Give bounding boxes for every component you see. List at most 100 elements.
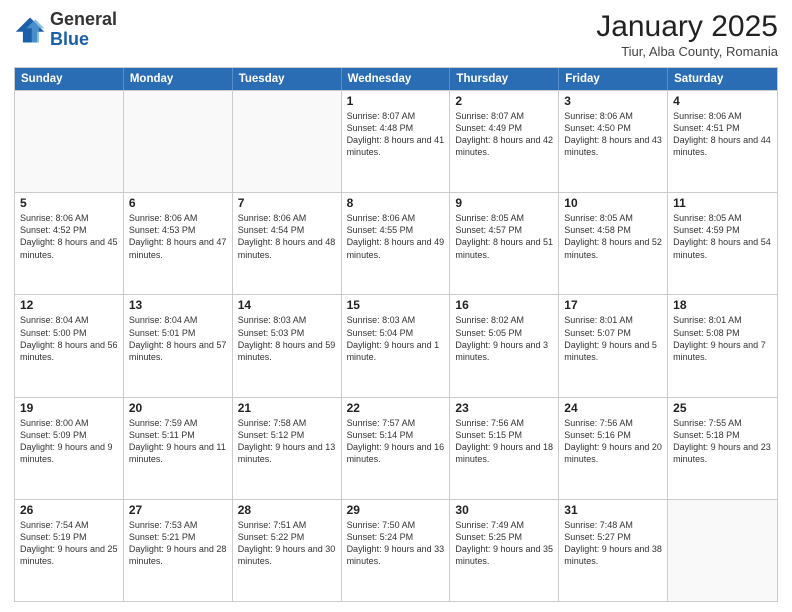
calendar-row-2: 12 Sunrise: 8:04 AM Sunset: 5:00 PM Dayli… — [15, 294, 777, 396]
day-number: 23 — [455, 401, 553, 415]
calendar-body: 1 Sunrise: 8:07 AM Sunset: 4:48 PM Daylig… — [15, 90, 777, 601]
cell-info: Sunrise: 8:04 AM Sunset: 5:00 PM Dayligh… — [20, 314, 118, 363]
cell-info: Sunrise: 8:07 AM Sunset: 4:48 PM Dayligh… — [347, 110, 445, 159]
calendar-cell: 10 Sunrise: 8:05 AM Sunset: 4:58 PM Dayli… — [559, 193, 668, 294]
day-number: 18 — [673, 298, 772, 312]
calendar-cell: 15Sunrise: 8:03 AM Sunset: 5:04 PM Dayli… — [342, 295, 451, 396]
day-number: 29 — [347, 503, 445, 517]
day-number: 8 — [347, 196, 445, 210]
calendar-row-1: 5Sunrise: 8:06 AM Sunset: 4:52 PM Daylig… — [15, 192, 777, 294]
day-number: 22 — [347, 401, 445, 415]
logo: General Blue — [14, 10, 117, 50]
calendar-row-3: 19 Sunrise: 8:00 AM Sunset: 5:09 PM Dayli… — [15, 397, 777, 499]
header-day-tuesday: Tuesday — [233, 68, 342, 90]
calendar-cell: 4 Sunrise: 8:06 AM Sunset: 4:51 PM Daylig… — [668, 91, 777, 192]
cell-info: Sunrise: 8:01 AM Sunset: 5:08 PM Dayligh… — [673, 314, 772, 363]
calendar-cell: 27Sunrise: 7:53 AM Sunset: 5:21 PM Dayli… — [124, 500, 233, 601]
cell-info: Sunrise: 7:55 AM Sunset: 5:18 PM Dayligh… — [673, 417, 772, 466]
cell-info: Sunrise: 7:57 AM Sunset: 5:14 PM Dayligh… — [347, 417, 445, 466]
calendar: SundayMondayTuesdayWednesdayThursdayFrid… — [14, 67, 778, 602]
calendar-cell: 6 Sunrise: 8:06 AM Sunset: 4:53 PM Daylig… — [124, 193, 233, 294]
day-number: 7 — [238, 196, 336, 210]
cell-info: Sunrise: 8:06 AM Sunset: 4:55 PM Dayligh… — [347, 212, 445, 261]
day-number: 27 — [129, 503, 227, 517]
calendar-cell: 31 Sunrise: 7:48 AM Sunset: 5:27 PM Dayli… — [559, 500, 668, 601]
calendar-cell: 7 Sunrise: 8:06 AM Sunset: 4:54 PM Daylig… — [233, 193, 342, 294]
day-number: 14 — [238, 298, 336, 312]
calendar-cell: 19 Sunrise: 8:00 AM Sunset: 5:09 PM Dayli… — [15, 398, 124, 499]
month-title: January 2025 — [596, 10, 778, 44]
cell-info: Sunrise: 8:06 AM Sunset: 4:50 PM Dayligh… — [564, 110, 662, 159]
logo-text: General Blue — [50, 10, 117, 50]
day-number: 5 — [20, 196, 118, 210]
cell-info: Sunrise: 8:01 AM Sunset: 5:07 PM Dayligh… — [564, 314, 662, 363]
day-number: 12 — [20, 298, 118, 312]
cell-info: Sunrise: 8:05 AM Sunset: 4:57 PM Dayligh… — [455, 212, 553, 261]
calendar-cell: 11Sunrise: 8:05 AM Sunset: 4:59 PM Dayli… — [668, 193, 777, 294]
day-number: 19 — [20, 401, 118, 415]
header-day-friday: Friday — [559, 68, 668, 90]
day-number: 31 — [564, 503, 662, 517]
day-number: 25 — [673, 401, 772, 415]
calendar-cell: 21Sunrise: 7:58 AM Sunset: 5:12 PM Dayli… — [233, 398, 342, 499]
calendar-cell: 9 Sunrise: 8:05 AM Sunset: 4:57 PM Daylig… — [450, 193, 559, 294]
calendar-cell — [124, 91, 233, 192]
calendar-cell: 30 Sunrise: 7:49 AM Sunset: 5:25 PM Dayli… — [450, 500, 559, 601]
day-number: 1 — [347, 94, 445, 108]
day-number: 9 — [455, 196, 553, 210]
day-number: 30 — [455, 503, 553, 517]
title-block: January 2025 Tiur, Alba County, Romania — [596, 10, 778, 59]
calendar-cell: 28 Sunrise: 7:51 AM Sunset: 5:22 PM Dayli… — [233, 500, 342, 601]
cell-info: Sunrise: 8:06 AM Sunset: 4:53 PM Dayligh… — [129, 212, 227, 261]
calendar-cell: 5Sunrise: 8:06 AM Sunset: 4:52 PM Daylig… — [15, 193, 124, 294]
cell-info: Sunrise: 7:48 AM Sunset: 5:27 PM Dayligh… — [564, 519, 662, 568]
day-number: 24 — [564, 401, 662, 415]
calendar-cell: 14 Sunrise: 8:03 AM Sunset: 5:03 PM Dayli… — [233, 295, 342, 396]
cell-info: Sunrise: 7:50 AM Sunset: 5:24 PM Dayligh… — [347, 519, 445, 568]
calendar-row-0: 1 Sunrise: 8:07 AM Sunset: 4:48 PM Daylig… — [15, 90, 777, 192]
header-day-thursday: Thursday — [450, 68, 559, 90]
calendar-cell: 13 Sunrise: 8:04 AM Sunset: 5:01 PM Dayli… — [124, 295, 233, 396]
calendar-cell: 29 Sunrise: 7:50 AM Sunset: 5:24 PM Dayli… — [342, 500, 451, 601]
calendar-cell: 16Sunrise: 8:02 AM Sunset: 5:05 PM Dayli… — [450, 295, 559, 396]
day-number: 6 — [129, 196, 227, 210]
cell-info: Sunrise: 8:00 AM Sunset: 5:09 PM Dayligh… — [20, 417, 118, 466]
calendar-cell: 1 Sunrise: 8:07 AM Sunset: 4:48 PM Daylig… — [342, 91, 451, 192]
cell-info: Sunrise: 8:06 AM Sunset: 4:51 PM Dayligh… — [673, 110, 772, 159]
day-number: 28 — [238, 503, 336, 517]
cell-info: Sunrise: 8:05 AM Sunset: 4:58 PM Dayligh… — [564, 212, 662, 261]
calendar-cell — [668, 500, 777, 601]
cell-info: Sunrise: 8:05 AM Sunset: 4:59 PM Dayligh… — [673, 212, 772, 261]
day-number: 3 — [564, 94, 662, 108]
day-number: 4 — [673, 94, 772, 108]
cell-info: Sunrise: 8:06 AM Sunset: 4:54 PM Dayligh… — [238, 212, 336, 261]
location-subtitle: Tiur, Alba County, Romania — [596, 44, 778, 59]
calendar-cell: 3 Sunrise: 8:06 AM Sunset: 4:50 PM Daylig… — [559, 91, 668, 192]
day-number: 10 — [564, 196, 662, 210]
cell-info: Sunrise: 7:59 AM Sunset: 5:11 PM Dayligh… — [129, 417, 227, 466]
header-day-saturday: Saturday — [668, 68, 777, 90]
calendar-cell: 23 Sunrise: 7:56 AM Sunset: 5:15 PM Dayli… — [450, 398, 559, 499]
calendar-cell: 18 Sunrise: 8:01 AM Sunset: 5:08 PM Dayli… — [668, 295, 777, 396]
calendar-cell: 8 Sunrise: 8:06 AM Sunset: 4:55 PM Daylig… — [342, 193, 451, 294]
cell-info: Sunrise: 7:49 AM Sunset: 5:25 PM Dayligh… — [455, 519, 553, 568]
cell-info: Sunrise: 8:07 AM Sunset: 4:49 PM Dayligh… — [455, 110, 553, 159]
cell-info: Sunrise: 7:58 AM Sunset: 5:12 PM Dayligh… — [238, 417, 336, 466]
calendar-cell: 12 Sunrise: 8:04 AM Sunset: 5:00 PM Dayli… — [15, 295, 124, 396]
cell-info: Sunrise: 8:03 AM Sunset: 5:03 PM Dayligh… — [238, 314, 336, 363]
calendar-cell: 25 Sunrise: 7:55 AM Sunset: 5:18 PM Dayli… — [668, 398, 777, 499]
cell-info: Sunrise: 7:56 AM Sunset: 5:15 PM Dayligh… — [455, 417, 553, 466]
calendar-cell: 20Sunrise: 7:59 AM Sunset: 5:11 PM Dayli… — [124, 398, 233, 499]
calendar-header: SundayMondayTuesdayWednesdayThursdayFrid… — [15, 68, 777, 90]
cell-info: Sunrise: 7:51 AM Sunset: 5:22 PM Dayligh… — [238, 519, 336, 568]
header-day-monday: Monday — [124, 68, 233, 90]
day-number: 13 — [129, 298, 227, 312]
header-day-sunday: Sunday — [15, 68, 124, 90]
cell-info: Sunrise: 8:04 AM Sunset: 5:01 PM Dayligh… — [129, 314, 227, 363]
calendar-cell: 17 Sunrise: 8:01 AM Sunset: 5:07 PM Dayli… — [559, 295, 668, 396]
cell-info: Sunrise: 7:56 AM Sunset: 5:16 PM Dayligh… — [564, 417, 662, 466]
day-number: 17 — [564, 298, 662, 312]
cell-info: Sunrise: 8:03 AM Sunset: 5:04 PM Dayligh… — [347, 314, 445, 363]
day-number: 2 — [455, 94, 553, 108]
calendar-cell — [15, 91, 124, 192]
